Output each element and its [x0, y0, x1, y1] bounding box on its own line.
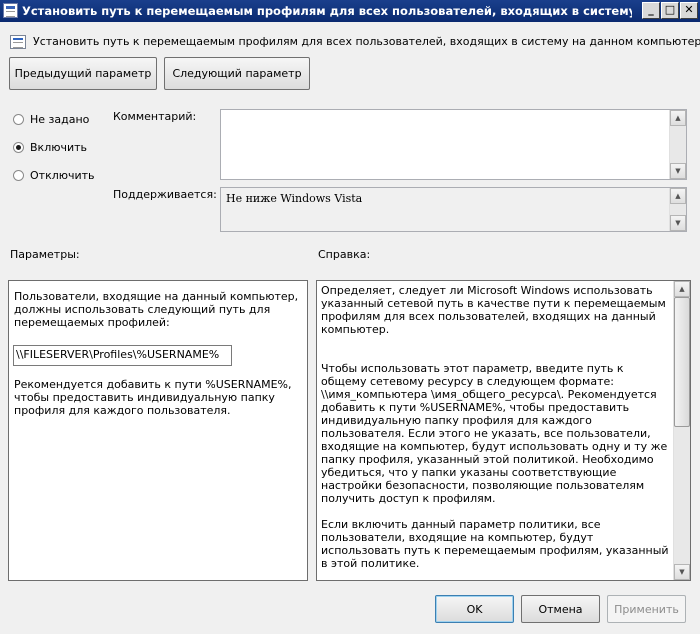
- supported-label: Поддерживается:: [113, 188, 217, 201]
- help-paragraph-2: Чтобы использовать этот параметр, введит…: [321, 362, 668, 505]
- radio-not-configured-dot[interactable]: [13, 114, 24, 125]
- scroll-down-icon[interactable]: ▼: [674, 564, 690, 580]
- options-description: Пользователи, входящие на данный компьют…: [14, 290, 299, 329]
- options-label: Параметры:: [10, 248, 80, 261]
- help-label: Справка:: [318, 248, 371, 261]
- radio-enabled-dot[interactable]: [13, 142, 24, 153]
- options-note: Рекомендуется добавить к пути %USERNAME%…: [14, 378, 292, 417]
- options-panel: Пользователи, входящие на данный компьют…: [8, 280, 308, 581]
- supported-scrollbar[interactable]: ▲ ▼: [669, 188, 686, 231]
- policy-icon: [3, 3, 18, 18]
- profile-path-input[interactable]: \\FILESERVER\Profiles\%USERNAME%: [13, 345, 232, 366]
- ok-button[interactable]: OK: [435, 595, 514, 623]
- minimize-button[interactable]: _: [642, 2, 660, 19]
- scroll-thumb[interactable]: [674, 297, 690, 427]
- help-scrollbar[interactable]: ▲ ▼: [673, 281, 690, 580]
- radio-disabled-label: Отключить: [30, 169, 95, 182]
- previous-setting-button[interactable]: Предыдущий параметр: [9, 57, 157, 90]
- maximize-button[interactable]: □: [661, 2, 679, 19]
- close-button[interactable]: ✕: [680, 2, 698, 19]
- supported-value: Не ниже Windows Vista: [226, 192, 363, 205]
- supported-textbox: Не ниже Windows Vista ▲ ▼: [220, 187, 687, 232]
- radio-disabled-dot[interactable]: [13, 170, 24, 181]
- cancel-button[interactable]: Отмена: [521, 595, 600, 623]
- help-panel: Определяет, следует ли Microsoft Windows…: [316, 280, 691, 581]
- comment-label: Комментарий:: [113, 110, 197, 123]
- apply-button[interactable]: Применить: [607, 595, 686, 623]
- scroll-up-icon[interactable]: ▲: [674, 281, 690, 297]
- radio-not-configured-label: Не задано: [30, 113, 90, 126]
- scroll-up-icon[interactable]: ▲: [670, 188, 686, 204]
- radio-enabled-label: Включить: [30, 141, 88, 154]
- scroll-down-icon[interactable]: ▼: [670, 215, 686, 231]
- setting-icon: [10, 35, 26, 49]
- title-bar[interactable]: Установить путь к перемещаемым профилям …: [0, 0, 700, 22]
- scroll-up-icon[interactable]: ▲: [670, 110, 686, 126]
- help-paragraph-3: Если включить данный параметр политики, …: [321, 518, 669, 570]
- scroll-down-icon[interactable]: ▼: [670, 163, 686, 179]
- next-setting-button[interactable]: Следующий параметр: [164, 57, 310, 90]
- help-paragraph-1: Определяет, следует ли Microsoft Windows…: [321, 284, 666, 336]
- window-title: Установить путь к перемещаемым профилям …: [22, 4, 632, 18]
- comment-scrollbar[interactable]: ▲ ▼: [669, 110, 686, 179]
- setting-title: Установить путь к перемещаемым профилям …: [33, 35, 700, 48]
- comment-textbox[interactable]: ▲ ▼: [220, 109, 687, 180]
